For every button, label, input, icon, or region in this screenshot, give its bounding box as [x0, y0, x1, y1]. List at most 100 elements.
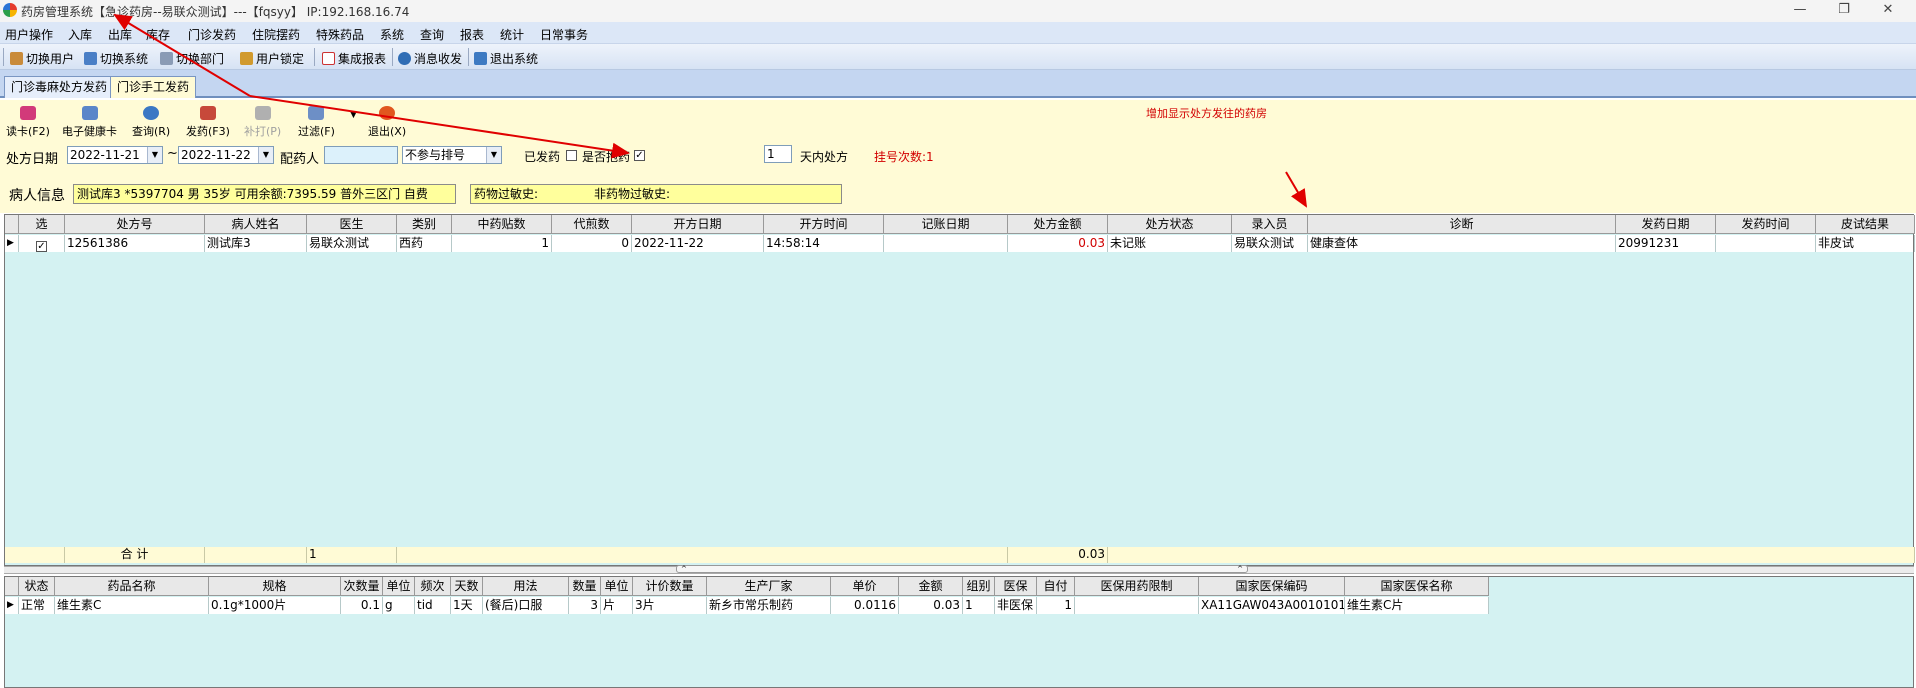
exit-system-label: 退出系统 [490, 51, 539, 66]
column-header[interactable]: 代煎数 [552, 215, 632, 234]
date-tilde: ~ [167, 146, 178, 161]
menu-statistics[interactable]: 统计 [500, 26, 524, 43]
splitter-handle[interactable]: ^ ^ [676, 565, 1248, 573]
filter-dropdown-arrow-icon[interactable]: ▼ [350, 110, 357, 120]
reprint-button[interactable]: 补打(P) [244, 106, 281, 146]
dispense-button[interactable]: 发药(F3) [186, 106, 230, 146]
exit-icon [474, 51, 487, 65]
menu-stock[interactable]: 库存 [146, 26, 170, 43]
drug-detail-grid: 状态 药品名称 规格 次数量 单位 频次 天数 用法 数量 单位 计价数量 生产… [4, 576, 1914, 688]
column-header[interactable]: 状态 [19, 577, 55, 596]
menu-inpatient-dispense[interactable]: 住院摆药 [252, 26, 300, 43]
column-header[interactable]: 处方号 [65, 215, 205, 234]
column-header[interactable]: 频次 [415, 577, 451, 596]
menu-outbound[interactable]: 出库 [108, 26, 132, 43]
exit-system-button[interactable]: 退出系统 [474, 49, 538, 67]
column-header[interactable]: 单位 [601, 577, 633, 596]
column-header[interactable]: 单价 [831, 577, 899, 596]
chevron-down-icon[interactable]: ▼ [486, 147, 501, 163]
health-card-button[interactable]: 电子健康卡 [62, 106, 117, 146]
dispensed-checkbox[interactable] [566, 150, 577, 161]
column-header[interactable]: 天数 [451, 577, 483, 596]
menu-user-ops[interactable]: 用户操作 [5, 26, 53, 43]
column-header[interactable]: 医生 [307, 215, 397, 234]
column-header[interactable]: 发药时间 [1716, 215, 1816, 234]
summary-spacer [205, 547, 307, 563]
exit-button[interactable]: 退出(X) [368, 106, 406, 146]
integrated-report-button[interactable]: 集成报表 [322, 49, 386, 67]
qty-cell: 3 [569, 597, 601, 614]
date-to-picker[interactable]: 2022-11-22 ▼ [178, 146, 274, 164]
column-header[interactable]: 组别 [963, 577, 995, 596]
switch-user-button[interactable]: 切换用户 [10, 49, 74, 67]
rx-date-cell: 2022-11-22 [632, 235, 764, 252]
column-header[interactable]: 规格 [209, 577, 341, 596]
column-header[interactable]: 国家医保编码 [1199, 577, 1345, 596]
queue-select[interactable]: 不参与排号 ▼ [402, 146, 502, 164]
column-header[interactable]: 国家医保名称 [1345, 577, 1489, 596]
column-header[interactable]: 次数量 [341, 577, 383, 596]
select-check[interactable]: ✓ [36, 241, 47, 252]
column-header[interactable]: 数量 [569, 577, 601, 596]
column-header[interactable]: 发药日期 [1616, 215, 1716, 234]
maximize-button[interactable]: ❐ [1822, 0, 1866, 22]
column-header[interactable]: 开方日期 [632, 215, 764, 234]
column-header[interactable]: 记账日期 [884, 215, 1008, 234]
column-header[interactable]: 处方金额 [1008, 215, 1108, 234]
chevron-up-icon[interactable]: ^ [1237, 566, 1243, 573]
days-input[interactable]: 1 [764, 145, 792, 163]
pharmacist-label: 配药人 [280, 152, 320, 167]
column-header[interactable]: 计价数量 [633, 577, 707, 596]
query-button[interactable]: 查询(R) [132, 106, 170, 146]
column-header[interactable]: 医保用药限制 [1075, 577, 1199, 596]
pharmacist-input[interactable] [324, 146, 398, 164]
column-header[interactable]: 中药贴数 [452, 215, 552, 234]
menu-outpatient-dispense[interactable]: 门诊发药 [188, 26, 236, 43]
column-header[interactable]: 类别 [397, 215, 452, 234]
tab-manual-dispense[interactable]: 门诊手工发药 [110, 76, 197, 98]
minimize-button[interactable]: — [1778, 0, 1822, 22]
chevron-up-icon[interactable]: ^ [681, 566, 687, 573]
close-button[interactable]: ✕ [1866, 0, 1910, 22]
pane-splitter[interactable]: ^ ^ [4, 565, 1914, 574]
column-header[interactable]: 单位 [383, 577, 415, 596]
exclude-label: 是否抱药 [582, 150, 631, 164]
read-card-button[interactable]: 读卡(F2) [6, 106, 50, 146]
column-header[interactable]: 选 [19, 215, 65, 234]
user-lock-label: 用户锁定 [256, 51, 305, 66]
column-header[interactable]: 病人姓名 [205, 215, 307, 234]
select-checkbox[interactable]: ✓ [19, 235, 65, 252]
switch-system-button[interactable]: 切换系统 [84, 49, 148, 67]
column-header[interactable]: 开方时间 [764, 215, 884, 234]
menu-inbound[interactable]: 入库 [68, 26, 92, 43]
menu-query[interactable]: 查询 [420, 26, 444, 43]
chevron-down-icon[interactable]: ▼ [258, 147, 273, 163]
column-header[interactable]: 诊断 [1308, 215, 1616, 234]
chevron-down-icon[interactable]: ▼ [147, 147, 162, 163]
column-header[interactable]: 生产厂家 [707, 577, 831, 596]
exclude-checkbox[interactable]: ✓ [634, 150, 645, 161]
user-lock-button[interactable]: 用户锁定 [240, 49, 304, 67]
menu-special-drugs[interactable]: 特殊药品 [316, 26, 364, 43]
column-header[interactable]: 皮试结果 [1816, 215, 1915, 234]
date-from-picker[interactable]: 2022-11-21 ▼ [67, 146, 163, 164]
column-header[interactable]: 用法 [483, 577, 569, 596]
column-header[interactable]: 医保 [995, 577, 1037, 596]
frequency-cell: tid [415, 597, 451, 614]
menu-reports[interactable]: 报表 [460, 26, 484, 43]
tab-narcotic-prescription[interactable]: 门诊毒麻处方发药 [4, 76, 115, 98]
filter-button[interactable]: 过滤(F) [298, 106, 335, 146]
column-header[interactable]: 录入员 [1232, 215, 1308, 234]
users-icon [10, 51, 23, 65]
column-header[interactable]: 自付 [1037, 577, 1075, 596]
column-header[interactable]: 金额 [899, 577, 963, 596]
row-indicator-header [5, 215, 19, 234]
column-header[interactable]: 药品名称 [55, 577, 209, 596]
messages-button[interactable]: 消息收发 [398, 49, 462, 67]
bill-qty-cell: 3片 [633, 597, 707, 614]
dispensed-label: 已发药 [524, 150, 561, 164]
column-header[interactable]: 处方状态 [1108, 215, 1232, 234]
menu-system[interactable]: 系统 [380, 26, 404, 43]
switch-department-button[interactable]: 切换部门 [160, 49, 224, 67]
menu-daily-affairs[interactable]: 日常事务 [540, 26, 588, 43]
